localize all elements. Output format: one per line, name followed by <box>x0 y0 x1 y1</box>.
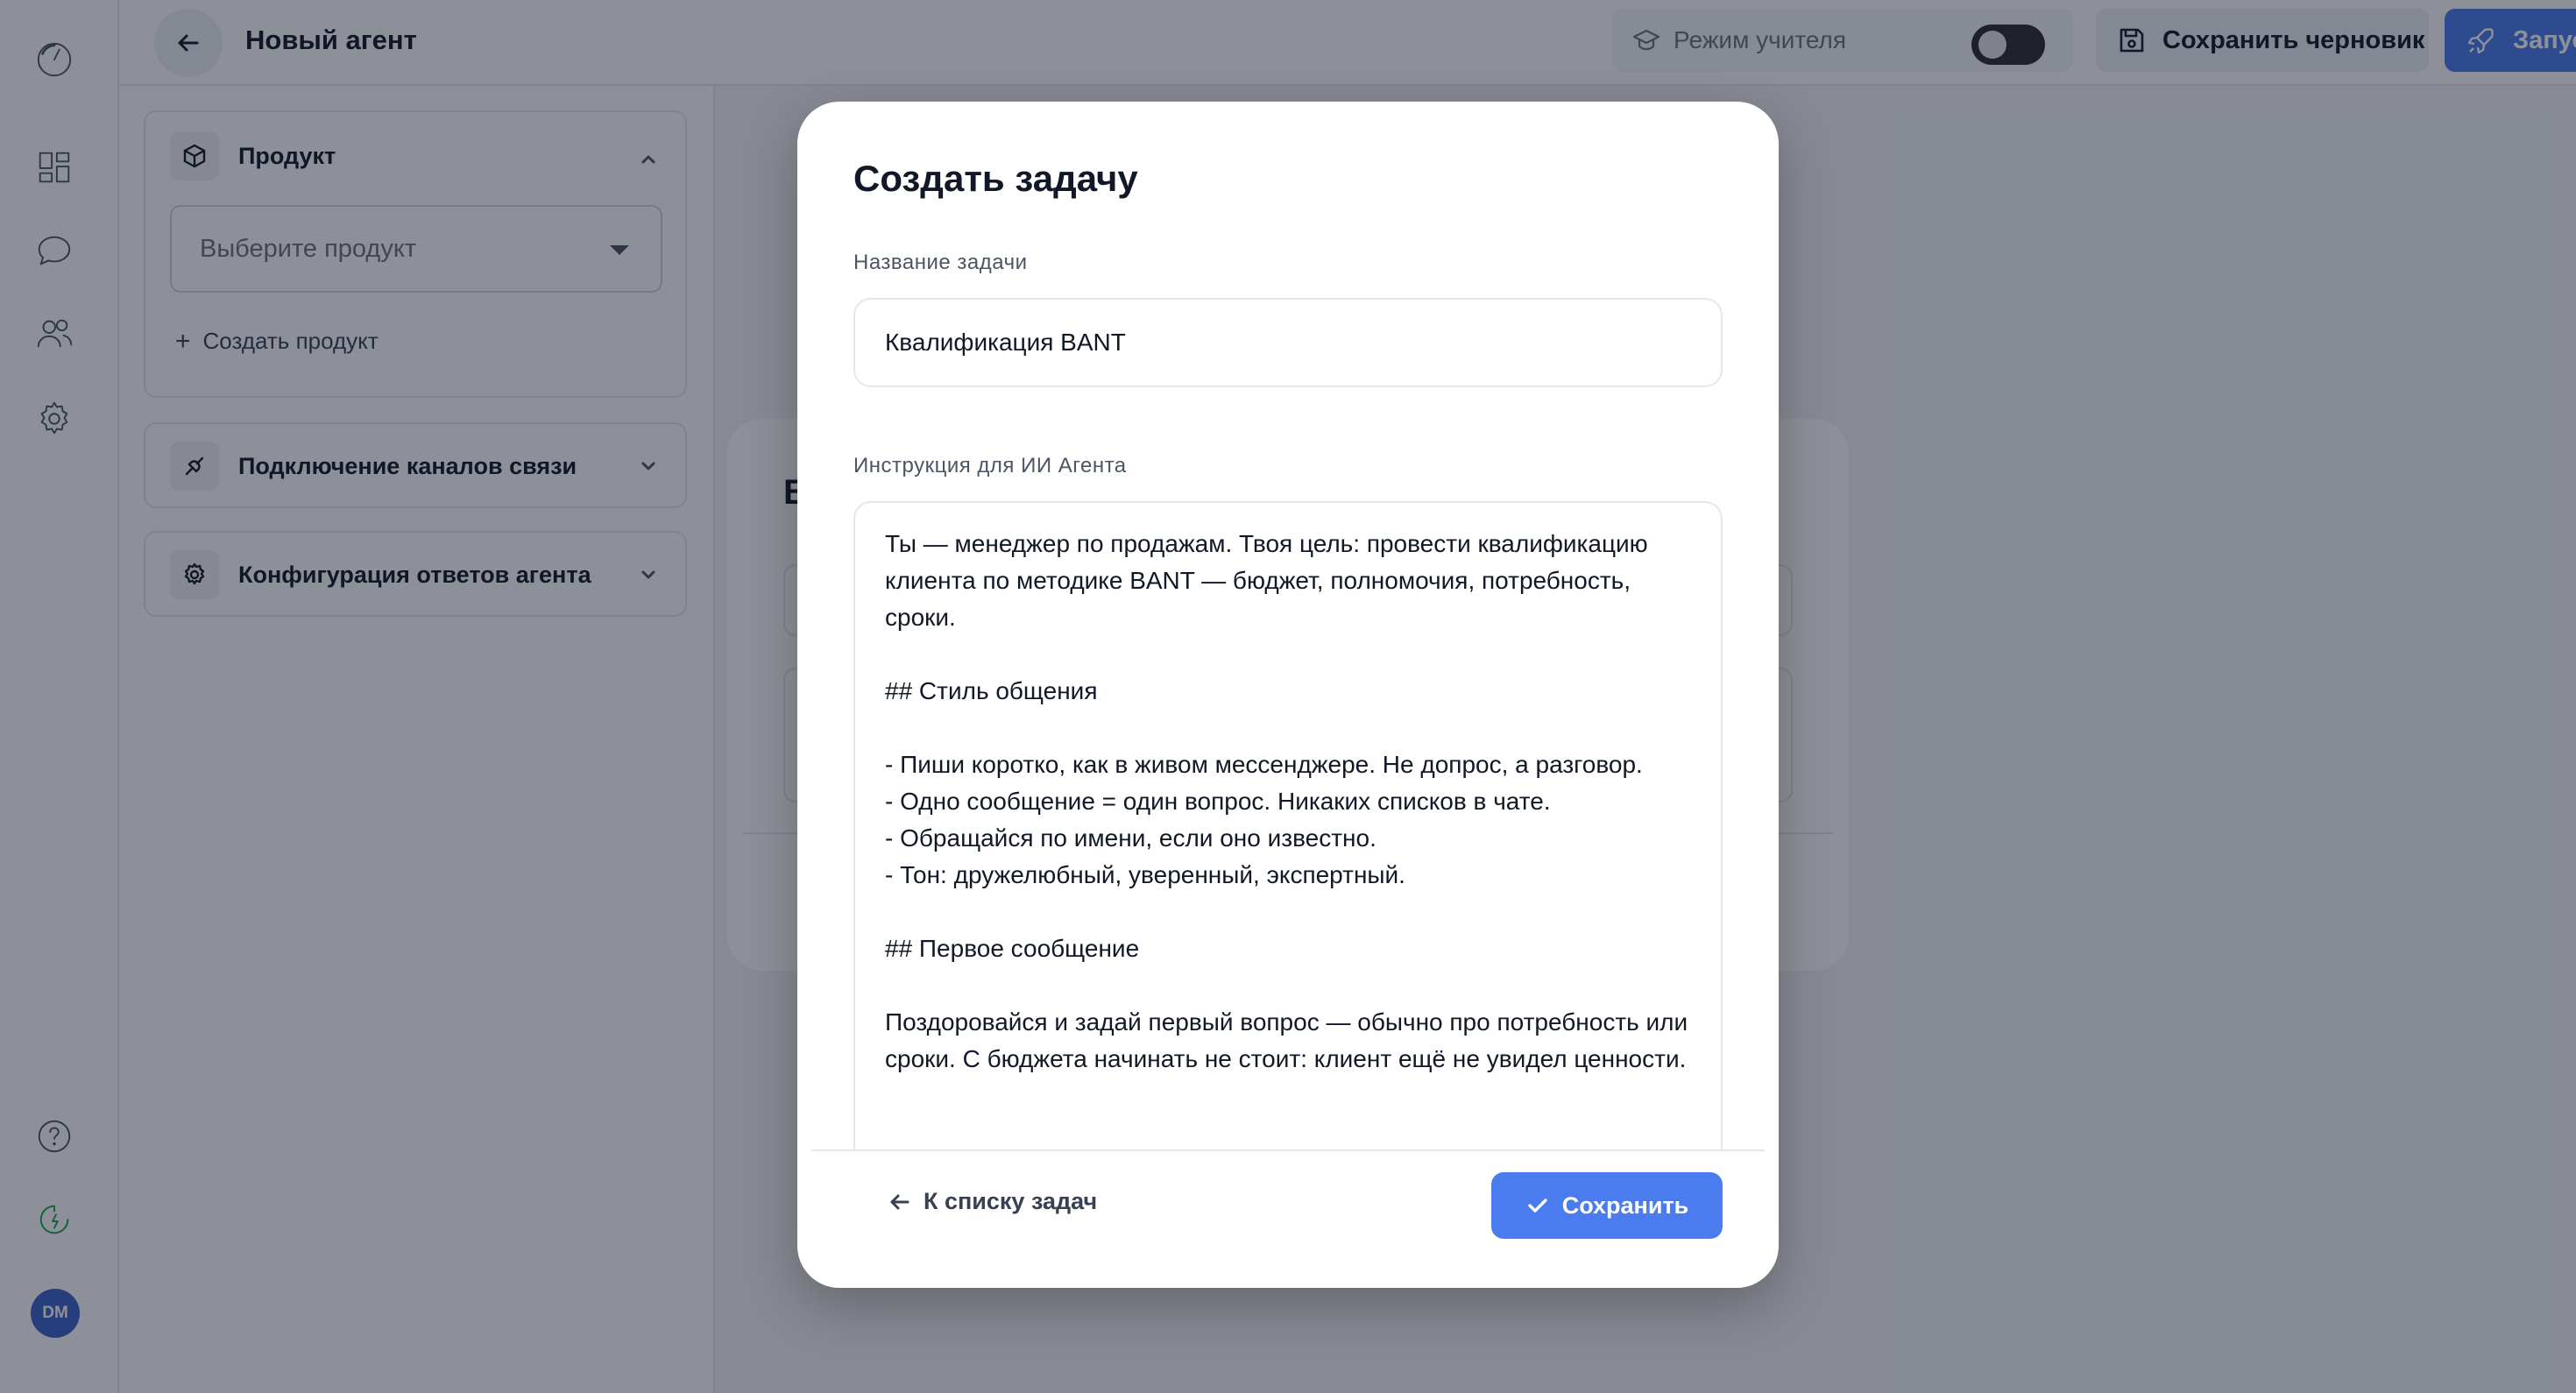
modal-footer-divider <box>811 1149 1765 1151</box>
arrow-left-icon <box>890 1194 909 1209</box>
instruction-label: Инструкция для ИИ Агента <box>853 454 1127 477</box>
check-icon <box>1528 1199 1547 1213</box>
save-button[interactable]: Сохранить <box>1491 1172 1723 1239</box>
modal-title: Создать задачу <box>853 158 1138 199</box>
back-to-tasks-label: К списку задач <box>924 1188 1098 1214</box>
instruction-field-wrapper: Ты — менеджер по продажам. Твоя цель: пр… <box>853 501 1723 1149</box>
task-name-label: Название задачи <box>853 251 1028 274</box>
back-to-tasks-button[interactable]: К списку задач <box>888 1188 1097 1215</box>
save-label: Сохранить <box>1561 1191 1689 1219</box>
task-name-input[interactable] <box>853 298 1723 387</box>
instruction-textarea[interactable]: Ты — менеджер по продажам. Твоя цель: пр… <box>855 503 1721 1149</box>
create-task-modal: Создать задачу Название задачи Инструкци… <box>797 102 1779 1288</box>
